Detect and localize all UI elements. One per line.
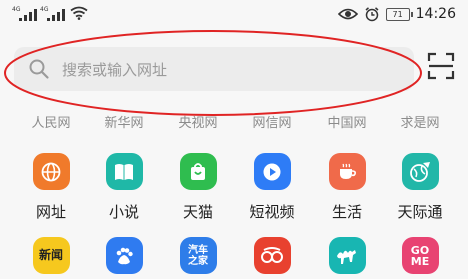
- app-label: 天际通: [397, 203, 443, 221]
- quick-links: 人民网 新华网 央视网 网信网 中国网 求是网: [0, 112, 468, 132]
- news-icon: 新闻: [32, 237, 70, 274]
- app-qichezhijia[interactable]: 汽车 之家: [161, 237, 235, 274]
- app-label: 短视频: [249, 203, 295, 221]
- globe-icon: [32, 153, 70, 190]
- app-icon-text: GO ME: [410, 243, 430, 268]
- app-tianmao[interactable]: 天猫: [161, 153, 235, 222]
- shopping-bag-icon: [179, 153, 217, 190]
- app-label: 生活: [331, 203, 362, 221]
- baidu-paw-icon: [105, 237, 143, 274]
- app-baidu[interactable]: [87, 237, 161, 274]
- app-icon-text: 汽车 之家: [188, 244, 208, 267]
- app-duanshipin[interactable]: 短视频: [235, 153, 309, 222]
- app-wangzhi[interactable]: 网址: [14, 153, 88, 222]
- battery-level: 71: [392, 9, 403, 19]
- wifi-icon: [70, 6, 88, 20]
- cup-icon: [328, 153, 366, 190]
- status-bar: 4G 4G 71 14:26: [0, 0, 468, 30]
- app-tianjitong[interactable]: 天际通: [383, 153, 457, 222]
- app-icon-text: 新闻: [38, 248, 63, 262]
- alarm-icon: [365, 7, 379, 22]
- quick-link-wangxinwang[interactable]: 网信网: [252, 112, 291, 131]
- app-gome[interactable]: GO ME: [383, 237, 457, 274]
- app-label: 天猫: [182, 203, 213, 221]
- scan-icon[interactable]: [427, 52, 455, 80]
- search-placeholder: 搜索或输入网址: [62, 61, 168, 79]
- search-input[interactable]: 搜索或输入网址: [14, 47, 414, 91]
- app-sina[interactable]: [235, 237, 309, 274]
- quick-link-qiushiwang[interactable]: 求是网: [400, 112, 439, 131]
- quick-link-xinhuawang[interactable]: 新华网: [104, 112, 143, 131]
- eye-icon: [337, 8, 358, 20]
- globe-plane-icon: [401, 153, 439, 190]
- battery-icon: 71: [385, 7, 413, 21]
- app-xinwen[interactable]: 新闻: [14, 237, 88, 274]
- app-xiaoshuo[interactable]: 小说: [87, 153, 161, 222]
- app-qunar[interactable]: [310, 237, 384, 274]
- quick-link-yangshiwang[interactable]: 央视网: [178, 112, 217, 131]
- quick-link-renminwang[interactable]: 人民网: [31, 112, 70, 131]
- autohome-icon: 汽车 之家: [179, 237, 217, 274]
- gome-icon: GO ME: [401, 237, 439, 274]
- camel-icon: [328, 237, 366, 274]
- app-shenghuo[interactable]: 生活: [310, 153, 384, 222]
- book-icon: [105, 153, 143, 190]
- clock: 14:26: [415, 6, 456, 22]
- app-label: 小说: [108, 203, 139, 221]
- search-icon: [29, 59, 49, 79]
- sina-icon: [253, 237, 291, 274]
- quick-link-zhongguowang[interactable]: 中国网: [327, 112, 366, 131]
- app-label: 网址: [35, 203, 66, 221]
- play-icon: [253, 153, 291, 190]
